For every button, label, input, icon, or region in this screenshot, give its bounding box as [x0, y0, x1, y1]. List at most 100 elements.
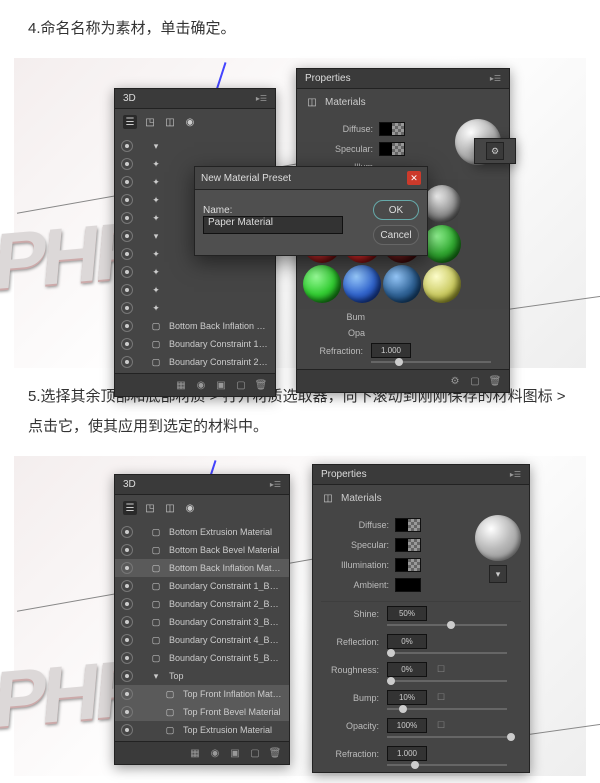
- slider-value[interactable]: 1.000: [387, 746, 427, 761]
- panel-menu-icon[interactable]: ▸☰: [270, 480, 281, 489]
- slider-extra-icon[interactable]: [435, 748, 447, 760]
- 3d-list-item[interactable]: ✦: [115, 281, 275, 299]
- specular-swatch[interactable]: [379, 142, 405, 156]
- panel-3d-title[interactable]: 3D▸☰: [115, 475, 289, 495]
- property-slider[interactable]: Roughness:0%☐: [313, 660, 529, 688]
- slider-value[interactable]: 10%: [387, 690, 427, 705]
- material-picker-flyout[interactable]: ⚙: [474, 138, 516, 164]
- 3d-list-item[interactable]: ▢Bottom Back Inflation Mate...: [115, 559, 289, 577]
- panel-menu-icon[interactable]: ▸☰: [490, 74, 501, 83]
- property-slider[interactable]: Reflection:0%: [313, 632, 529, 660]
- visibility-toggle-icon[interactable]: [121, 248, 133, 260]
- ambient-swatch[interactable]: [395, 578, 421, 592]
- visibility-toggle-icon[interactable]: [121, 302, 133, 314]
- name-input[interactable]: Paper Material: [203, 216, 343, 234]
- visibility-toggle-icon[interactable]: [121, 616, 133, 628]
- visibility-toggle-icon[interactable]: [121, 706, 133, 718]
- new-icon[interactable]: ▢: [249, 747, 261, 759]
- illum-swatch[interactable]: [395, 558, 421, 572]
- new-icon[interactable]: ▢: [235, 379, 247, 391]
- new-icon[interactable]: ▢: [469, 375, 481, 387]
- trash-icon[interactable]: 🗑: [269, 747, 281, 759]
- slider-extra-icon[interactable]: [435, 636, 447, 648]
- filter-mesh-icon[interactable]: ◫: [163, 115, 177, 129]
- slider-extra-icon[interactable]: ☐: [435, 664, 447, 676]
- camera-icon[interactable]: ▣: [215, 379, 227, 391]
- diffuse-swatch[interactable]: [379, 122, 405, 136]
- light-icon[interactable]: ◉: [195, 379, 207, 391]
- slider-value[interactable]: 50%: [387, 606, 427, 621]
- material-ball[interactable]: [303, 265, 341, 303]
- panel-menu-icon[interactable]: ▸☰: [256, 94, 267, 103]
- 3d-list-item[interactable]: ▾Top: [115, 667, 289, 685]
- material-ball[interactable]: [423, 225, 461, 263]
- visibility-toggle-icon[interactable]: [121, 580, 133, 592]
- material-ball[interactable]: [423, 185, 461, 223]
- visibility-toggle-icon[interactable]: [121, 158, 133, 170]
- light-icon[interactable]: ◉: [209, 747, 221, 759]
- filter-all-icon[interactable]: ☰: [123, 501, 137, 515]
- material-ball[interactable]: [343, 265, 381, 303]
- visibility-toggle-icon[interactable]: [121, 598, 133, 610]
- panel-properties[interactable]: Properties▸☰ ◫ Materials Diffuse: Specul…: [312, 464, 530, 773]
- dialog-new-material-preset[interactable]: New Material Preset ✕ Name: Paper Materi…: [194, 166, 428, 256]
- material-ball[interactable]: [423, 265, 461, 303]
- close-icon[interactable]: ✕: [407, 171, 421, 185]
- 3d-list-item[interactable]: ▢Bottom Extrusion Material: [115, 523, 289, 541]
- 3d-list-item[interactable]: ▢Boundary Constraint 4_Bott...: [115, 631, 289, 649]
- visibility-toggle-icon[interactable]: [121, 284, 133, 296]
- slider-extra-icon[interactable]: ☐: [435, 720, 447, 732]
- material-picker-icon[interactable]: ▾: [489, 565, 507, 583]
- camera-icon[interactable]: ▣: [229, 747, 241, 759]
- gear-icon[interactable]: ⚙: [449, 375, 461, 387]
- filter-all-icon[interactable]: ☰: [123, 115, 137, 129]
- visibility-toggle-icon[interactable]: [121, 356, 133, 368]
- slider-extra-icon[interactable]: [435, 608, 447, 620]
- property-slider[interactable]: Refraction:1.000: [313, 744, 529, 772]
- visibility-toggle-icon[interactable]: [121, 670, 133, 682]
- 3d-list-item[interactable]: ▢Boundary Constraint 1_Bott...: [115, 335, 275, 353]
- 3d-list-item[interactable]: ▢Bottom Back Inflation Mate...: [115, 317, 275, 335]
- slider-value[interactable]: 100%: [387, 718, 427, 733]
- dialog-titlebar[interactable]: New Material Preset ✕: [195, 167, 427, 190]
- material-ball[interactable]: [383, 265, 421, 303]
- 3d-list-item[interactable]: ▢Boundary Constraint 2_Bott...: [115, 353, 275, 371]
- render-icon[interactable]: ▦: [175, 379, 187, 391]
- 3d-list-item[interactable]: ✦: [115, 299, 275, 317]
- visibility-toggle-icon[interactable]: [121, 562, 133, 574]
- refraction-slider[interactable]: Refraction:1.000: [297, 341, 509, 369]
- trash-icon[interactable]: 🗑: [255, 379, 267, 391]
- trash-icon[interactable]: 🗑: [489, 375, 501, 387]
- diffuse-swatch[interactable]: [395, 518, 421, 532]
- visibility-toggle-icon[interactable]: [121, 320, 133, 332]
- filter-scene-icon[interactable]: ◳: [143, 501, 157, 515]
- panel-properties-title[interactable]: Properties▸☰: [313, 465, 529, 485]
- filter-mesh-icon[interactable]: ◫: [163, 501, 177, 515]
- 3d-list-item[interactable]: ▢Top Front Bevel Material: [115, 703, 289, 721]
- visibility-toggle-icon[interactable]: [121, 526, 133, 538]
- 3d-list-item[interactable]: ▢Top Extrusion Material: [115, 721, 289, 739]
- panel-3d-list[interactable]: ▢Bottom Extrusion Material▢Bottom Back B…: [115, 521, 289, 741]
- 3d-list-item[interactable]: ▾: [115, 137, 275, 155]
- property-slider[interactable]: Bump:10%☐: [313, 688, 529, 716]
- visibility-toggle-icon[interactable]: [121, 176, 133, 188]
- 3d-list-item[interactable]: ▢Boundary Constraint 5_Bott...: [115, 649, 289, 667]
- panel-3d[interactable]: 3D▸☰ ☰ ◳ ◫ ◉ ▢Bottom Extrusion Material▢…: [114, 474, 290, 765]
- 3d-list-item[interactable]: ▢Boundary Constraint 2_Bott...: [115, 595, 289, 613]
- 3d-list-item[interactable]: ✦: [115, 263, 275, 281]
- visibility-toggle-icon[interactable]: [121, 724, 133, 736]
- visibility-toggle-icon[interactable]: [121, 652, 133, 664]
- property-slider[interactable]: Opacity:100%☐: [313, 716, 529, 744]
- property-slider[interactable]: Shine:50%: [313, 604, 529, 632]
- visibility-toggle-icon[interactable]: [121, 338, 133, 350]
- 3d-list-item[interactable]: ▢Boundary Constraint 1_Bott...: [115, 577, 289, 595]
- visibility-toggle-icon[interactable]: [121, 634, 133, 646]
- visibility-toggle-icon[interactable]: [121, 544, 133, 556]
- gear-icon[interactable]: ⚙: [486, 142, 504, 160]
- panel-3d-title[interactable]: 3D▸☰: [115, 89, 275, 109]
- visibility-toggle-icon[interactable]: [121, 194, 133, 206]
- filter-light-icon[interactable]: ◉: [183, 115, 197, 129]
- 3d-list-item[interactable]: ▢Boundary Constraint 3_Bott...: [115, 613, 289, 631]
- 3d-list-item[interactable]: ▢Top Front Inflation Material: [115, 685, 289, 703]
- visibility-toggle-icon[interactable]: [121, 212, 133, 224]
